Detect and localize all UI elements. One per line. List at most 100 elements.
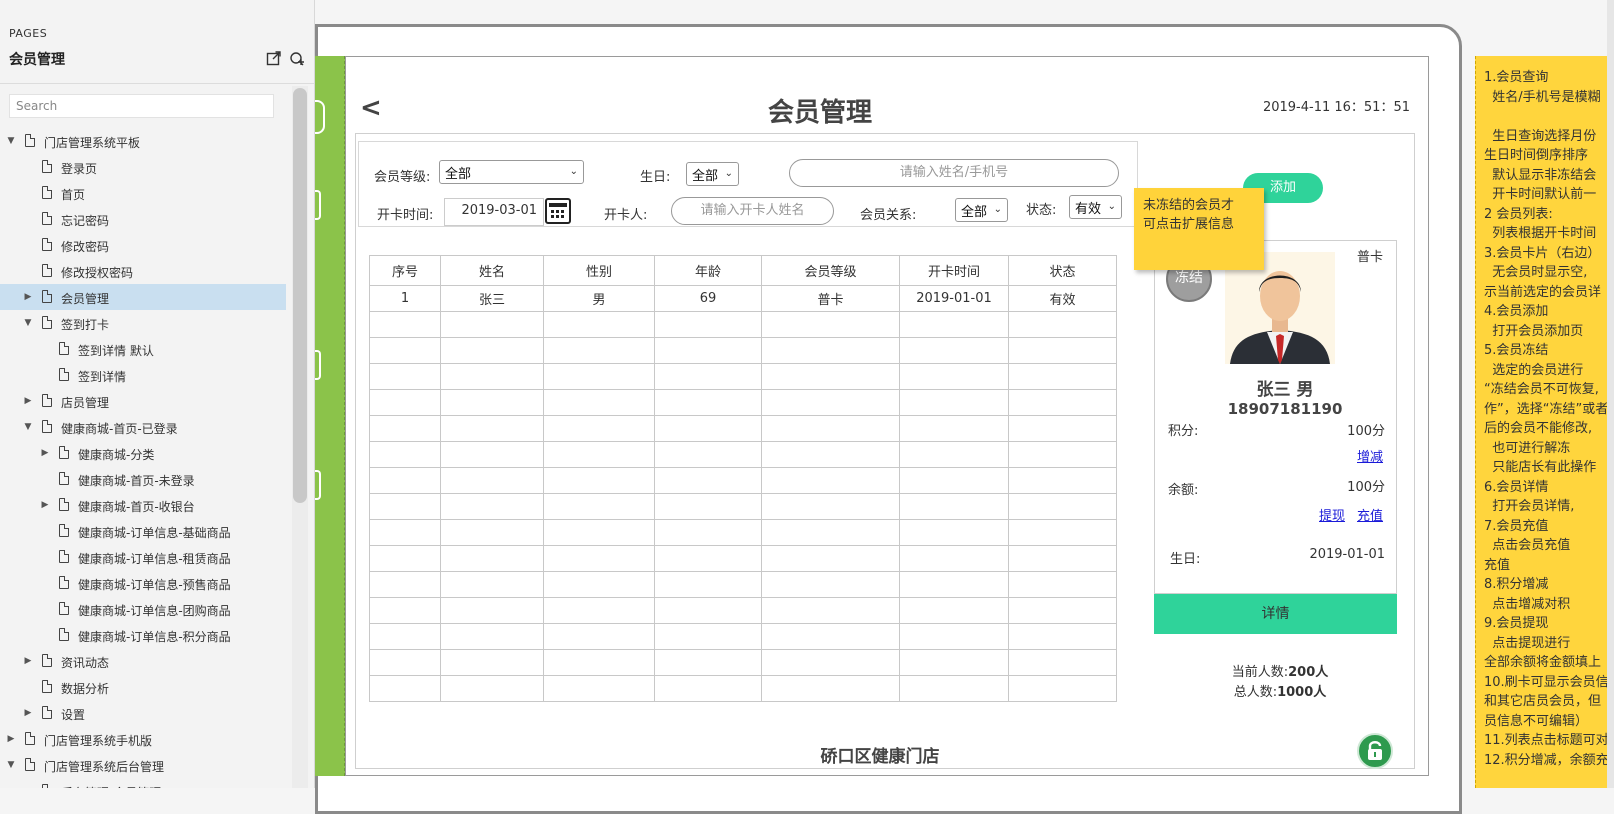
lock-icon[interactable] — [1357, 733, 1393, 769]
tree-item[interactable]: 修改授权密码 — [0, 258, 286, 284]
member-detail-button[interactable]: 详情 — [1154, 594, 1397, 634]
tree-item[interactable]: 健康商城-订单信息-积分商品 — [0, 622, 286, 648]
name-phone-search-input[interactable]: 请输入姓名/手机号 — [789, 159, 1119, 187]
tree-item[interactable]: 忘记密码 — [0, 206, 286, 232]
table-cell-empty — [1008, 675, 1117, 702]
tree-item[interactable]: 健康商城-首页-未登录 — [0, 466, 286, 492]
table-cell-empty — [440, 519, 544, 546]
caret-right-icon[interactable]: ▶ — [23, 396, 33, 406]
caret-down-icon[interactable]: ▼ — [23, 422, 33, 432]
tree-item[interactable]: 登录页 — [0, 154, 286, 180]
tree-item[interactable]: ▶ 会员管理 — [0, 284, 286, 310]
tree-item[interactable]: 健康商城-订单信息-基础商品 — [0, 518, 286, 544]
pages-search-input[interactable] — [9, 94, 274, 118]
tree-item[interactable]: ▶ 健康商城-首页-收银台 — [0, 492, 286, 518]
adjust-points-link[interactable]: 增减 — [1357, 446, 1383, 465]
member-level-select[interactable]: 全部 ⌄ — [439, 160, 584, 184]
note-line: 只能店长有此操作 — [1484, 460, 1597, 475]
tree-item-label: 登录页 — [61, 162, 98, 176]
column-header[interactable]: 姓名 — [440, 255, 544, 286]
tree-item[interactable]: 数据分析 — [0, 674, 286, 700]
add-page-icon[interactable] — [289, 50, 305, 66]
table-cell-empty — [761, 649, 900, 676]
caret-down-icon[interactable]: ▼ — [6, 136, 16, 146]
table-row-empty — [369, 389, 1117, 416]
status-label: 状态: — [1026, 203, 1057, 218]
tree-item[interactable]: 签到详情 — [0, 362, 286, 388]
table-cell-empty — [369, 675, 441, 702]
table-cell-empty — [543, 545, 655, 572]
tree-item[interactable]: 修改密码 — [0, 232, 286, 258]
tree-item-label: 门店管理系统手机版 — [44, 734, 153, 748]
strip-marker — [315, 100, 325, 134]
relation-select[interactable]: 全部 ⌄ — [955, 198, 1008, 222]
back-button[interactable]: < — [360, 93, 382, 123]
open-date-label: 开卡时间: — [377, 208, 434, 223]
note-line: 作”，选择“冻结”或者 — [1484, 401, 1609, 417]
tree-item[interactable]: ▼ 健康商城-首页-已登录 — [0, 414, 286, 440]
page-icon — [42, 654, 52, 667]
caret-right-icon[interactable]: ▶ — [6, 734, 16, 744]
points-label: 积分: — [1168, 424, 1199, 439]
status-select[interactable]: 有效 ⌄ — [1069, 195, 1122, 219]
caret-right-icon[interactable]: ▶ — [23, 656, 33, 666]
relation-value: 全部 — [961, 204, 988, 220]
tree-item[interactable]: ▶ 资讯动态 — [0, 648, 286, 674]
column-header[interactable]: 年龄 — [654, 255, 762, 286]
note-line: 默认显示非冻结会 — [1484, 167, 1597, 183]
table-header-row: 序号 姓名 性别 年龄 会员等级 开卡时间 状态 — [369, 255, 1117, 286]
caret-right-icon[interactable]: ▶ — [40, 500, 50, 510]
caret-down-icon[interactable]: ▼ — [23, 318, 33, 328]
calendar-icon[interactable] — [545, 198, 571, 224]
tree-item[interactable]: ▼ 签到打卡 — [0, 310, 286, 336]
note-line: 打开会员详情, — [1484, 499, 1575, 514]
tree-item[interactable]: 健康商城-订单信息-租赁商品 — [0, 544, 286, 570]
tree-item[interactable]: 后台管理-会员管理 — [0, 778, 286, 788]
recharge-link[interactable]: 充值 — [1357, 505, 1383, 524]
caret-right-icon[interactable]: ▶ — [40, 448, 50, 458]
table-cell: 男 — [543, 285, 655, 312]
table-cell-empty — [440, 493, 544, 520]
caret-right-icon[interactable]: ▶ — [23, 708, 33, 718]
open-date-input[interactable]: 2019-03-01 — [444, 198, 544, 226]
tree-item[interactable]: ▼ 门店管理系统后台管理 — [0, 752, 286, 778]
note-line: 4.会员添加 — [1484, 304, 1549, 319]
page-icon — [59, 342, 69, 355]
tree-item[interactable]: ▶ 店员管理 — [0, 388, 286, 414]
tree-item-label: 健康商城-首页-未登录 — [78, 474, 195, 488]
column-header[interactable]: 开卡时间 — [899, 255, 1009, 286]
export-icon[interactable] — [266, 50, 282, 66]
tree-item[interactable]: 健康商城-订单信息-预售商品 — [0, 570, 286, 596]
table-cell-empty — [440, 467, 544, 494]
column-header[interactable]: 状态 — [1008, 255, 1117, 286]
withdraw-link[interactable]: 提现 — [1319, 505, 1345, 524]
page-icon — [59, 602, 69, 615]
page-icon — [59, 472, 69, 485]
tree-item[interactable]: ▶ 设置 — [0, 700, 286, 726]
table-cell-empty — [543, 675, 655, 702]
tree-item[interactable]: ▶ 门店管理系统手机版 — [0, 726, 286, 752]
tree-item[interactable]: 首页 — [0, 180, 286, 206]
tree-item[interactable]: 签到详情 默认 — [0, 336, 286, 362]
page-icon — [25, 732, 35, 745]
table-row[interactable]: 1 张三 男 69 普卡 2019-01-01 有效 — [369, 285, 1117, 312]
table-cell-empty — [1008, 337, 1117, 364]
table-cell-empty — [543, 441, 655, 468]
table-cell-empty — [369, 415, 441, 442]
column-header[interactable]: 会员等级 — [761, 255, 900, 286]
caret-right-icon[interactable]: ▶ — [23, 292, 33, 302]
tree-item[interactable]: ▼ 门店管理系统平板 — [0, 128, 286, 154]
tree-item[interactable]: 健康商城-订单信息-团购商品 — [0, 596, 286, 622]
opener-name-input[interactable]: 请输入开卡人姓名 — [671, 197, 834, 225]
column-header[interactable]: 性别 — [543, 255, 655, 286]
birthday-select[interactable]: 全部 ⌄ — [686, 162, 739, 186]
note-line: 生日查询选择月份 — [1484, 128, 1597, 144]
tree-item-label: 店员管理 — [61, 396, 110, 410]
note-line: 10.刷卡可显示会员信 — [1484, 674, 1609, 690]
table-cell: 1 — [369, 285, 441, 312]
tree-item[interactable]: ▶ 健康商城-分类 — [0, 440, 286, 466]
caret-down-icon[interactable]: ▼ — [6, 760, 16, 770]
member-name: 张三 男 — [1256, 380, 1314, 400]
scrollbar-thumb[interactable] — [293, 88, 307, 503]
column-header[interactable]: 序号 — [369, 255, 441, 286]
